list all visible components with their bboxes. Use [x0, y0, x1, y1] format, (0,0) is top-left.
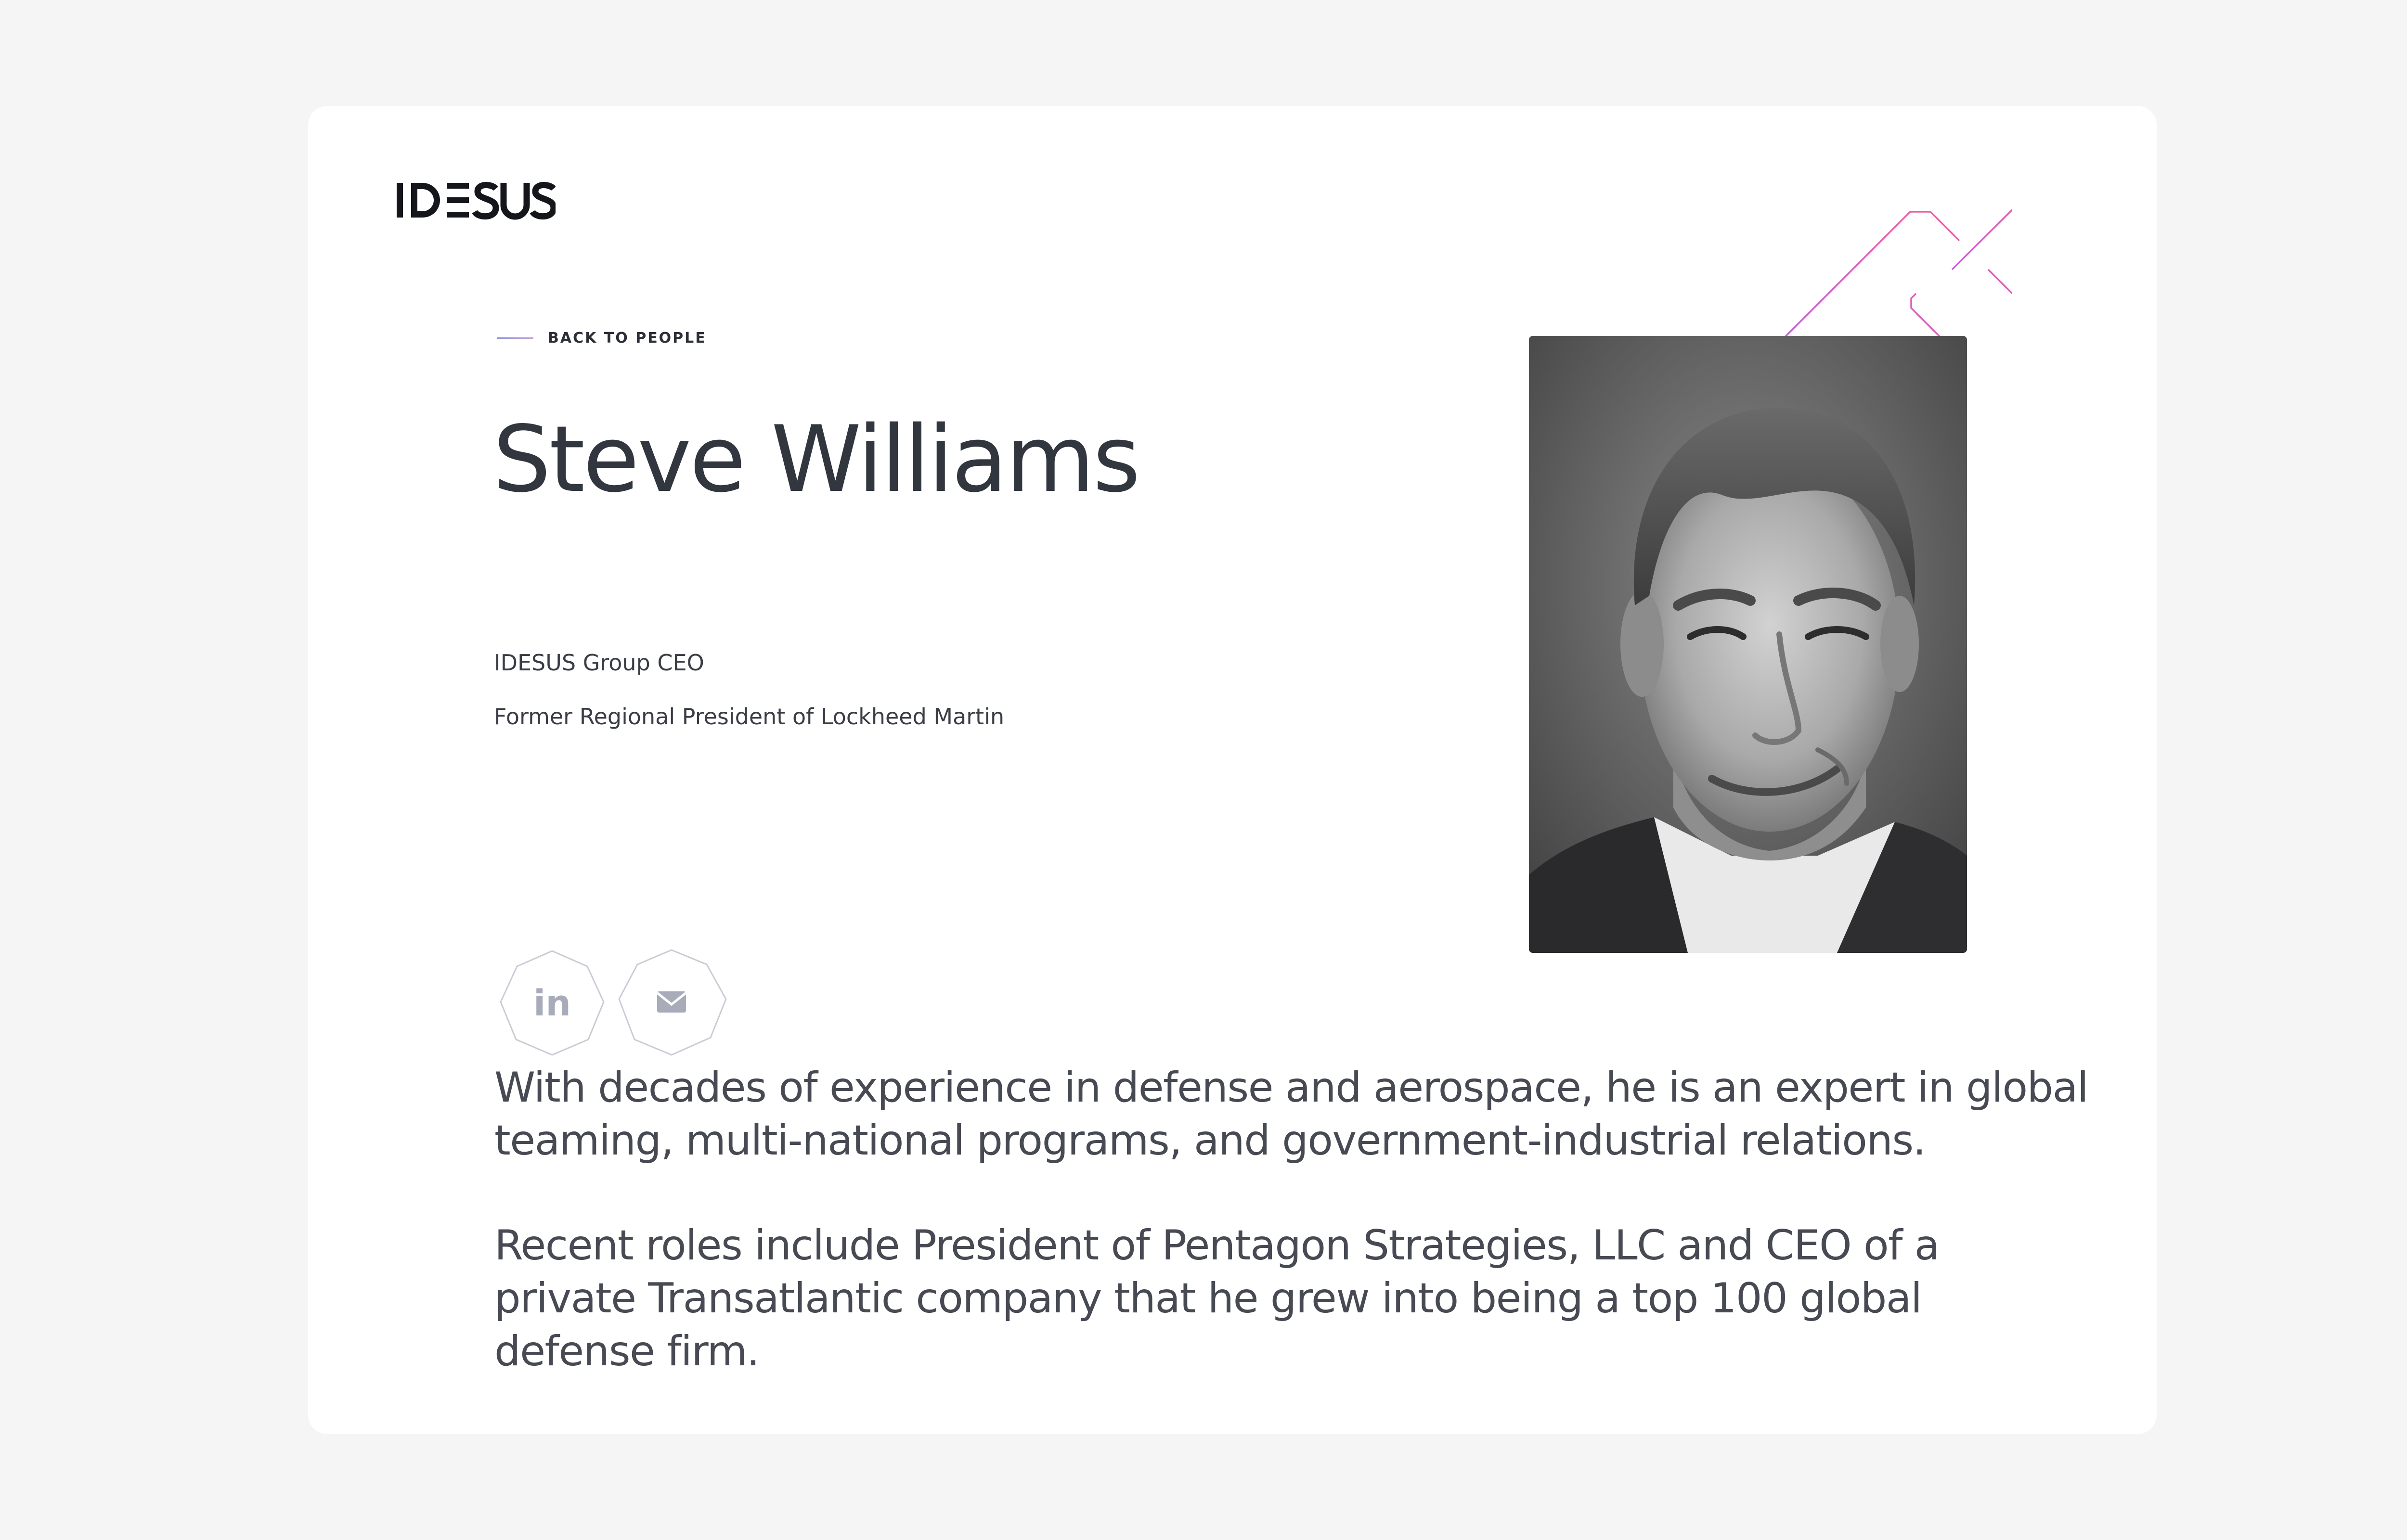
- envelope-icon: [618, 949, 727, 1056]
- person-role-former: Former Regional President of Lockheed Ma…: [494, 704, 1005, 730]
- bio-paragraph: As a Lockheed Martin Regional President,…: [494, 1430, 2093, 1434]
- linkedin-button[interactable]: in: [497, 948, 608, 1059]
- linkedin-icon-text: in: [533, 983, 571, 1024]
- bio-paragraph: Recent roles include President of Pentag…: [494, 1221, 1940, 1375]
- idesus-logo[interactable]: [397, 178, 556, 221]
- back-line-decoration: [497, 337, 533, 339]
- email-button[interactable]: [616, 948, 727, 1059]
- person-role-current: IDESUS Group CEO: [494, 650, 704, 676]
- back-to-people-link[interactable]: BACK TO PEOPLE: [497, 330, 707, 346]
- profile-card: BACK TO PEOPLE Steve Williams IDESUS Gro…: [308, 106, 2157, 1434]
- bio-paragraph: With decades of experience in defense an…: [494, 1064, 2089, 1165]
- person-photo: [1529, 336, 1967, 953]
- biography: With decades of experience in defense an…: [494, 1061, 2093, 1434]
- person-name: Steve Williams: [493, 406, 1140, 513]
- back-to-people-label: BACK TO PEOPLE: [548, 330, 707, 346]
- portrait-illustration: [1529, 336, 1967, 953]
- linkedin-icon: in: [500, 950, 605, 1056]
